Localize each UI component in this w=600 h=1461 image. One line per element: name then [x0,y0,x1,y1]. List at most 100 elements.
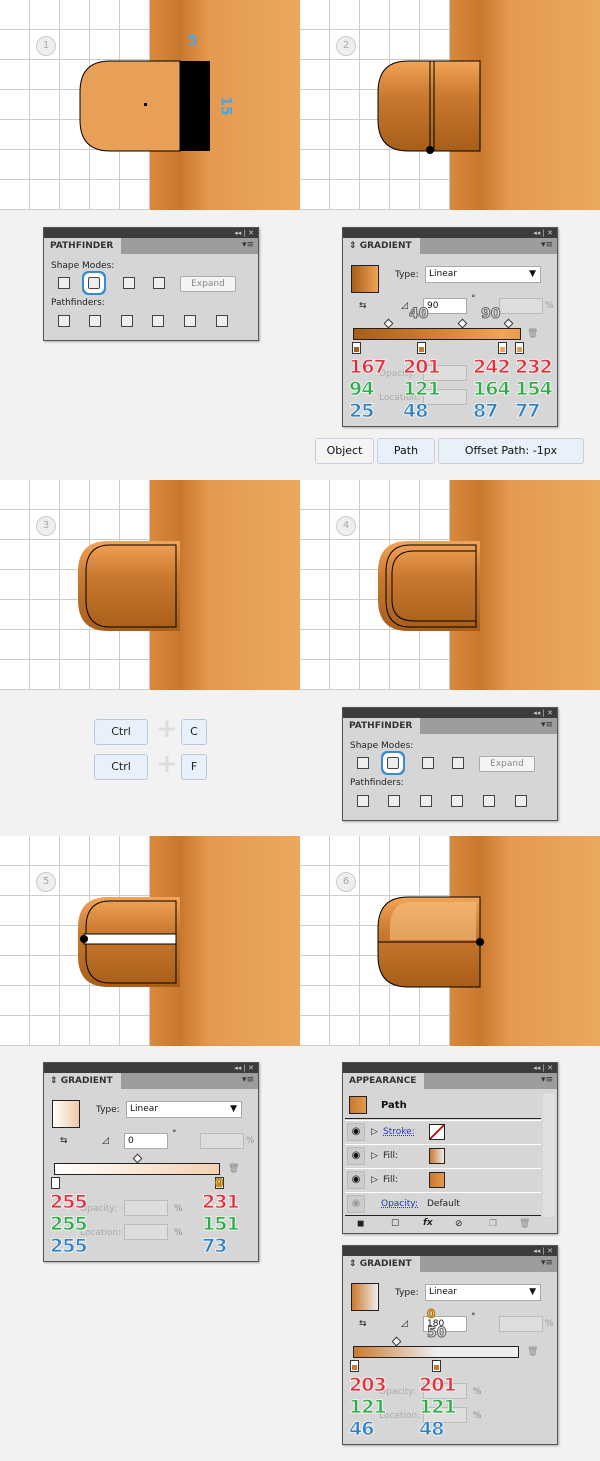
unite-icon[interactable] [58,277,70,289]
type-select[interactable]: Linear ▼ [126,1101,242,1118]
disclosure-triangle-icon[interactable]: ▷ [371,1151,378,1161]
disclosure-triangle-icon[interactable]: ▷ [371,1175,378,1185]
pathfinder-tab[interactable]: PATHFINDER [343,718,421,734]
appearance-fill-row[interactable]: ◉ ▷ Fill: [345,1168,541,1192]
add-stroke-icon[interactable]: ◼ [357,1219,364,1229]
exclude-icon[interactable] [153,277,165,289]
color-stop[interactable] [352,342,361,354]
appearance-fill-row[interactable]: ◉ ▷ Fill: [345,1144,541,1168]
panel-titlebar[interactable]: ◂◂ | ✕ [44,1063,258,1073]
intersect-icon[interactable] [123,277,135,289]
minus-front-icon[interactable] [88,277,100,289]
panel-titlebar[interactable]: ◂◂ | ✕ [44,228,258,238]
appearance-opacity-row[interactable]: ◉ Opacity: Default [345,1192,541,1216]
aspect-ratio-input[interactable] [200,1133,244,1149]
opacity-link[interactable]: Opacity: [381,1199,418,1209]
panel-titlebar[interactable]: ◂◂ | ✕ [343,1063,557,1073]
eye-icon[interactable]: ◉ [347,1123,365,1141]
merge-icon[interactable] [420,795,432,807]
trim-icon[interactable] [89,315,101,327]
add-fill-icon[interactable]: ☐ [391,1219,399,1229]
panel-menu-icon[interactable]: ▾≡ [242,240,254,250]
color-stop[interactable] [51,1177,60,1189]
fill-swatch[interactable] [429,1172,445,1188]
panel-menu-icon[interactable]: ▾≡ [242,1075,254,1085]
reverse-gradient-icon[interactable]: ⇆ [60,1136,68,1146]
appearance-object-row[interactable]: Path [345,1093,541,1119]
aspect-ratio-input[interactable] [499,298,543,314]
menu-offset-path[interactable]: Offset Path: -1px [438,438,584,464]
menu-path[interactable]: Path [377,438,435,464]
angle-input[interactable]: 0 [124,1133,168,1149]
angle-input[interactable]: 90 [423,298,467,314]
panel-titlebar[interactable]: ◂◂ | ✕ [343,228,557,238]
expand-button[interactable]: Expand [479,756,535,772]
midpoint-diamond[interactable] [457,318,468,329]
duplicate-icon[interactable]: ❐ [489,1219,497,1229]
trash-icon[interactable]: 🗑 [228,1164,239,1174]
gradient-slider[interactable] [54,1163,220,1175]
panel-menu-icon[interactable]: ▾≡ [541,240,553,250]
appearance-tab[interactable]: APPEARANCE [343,1073,425,1089]
outline-icon[interactable] [483,795,495,807]
expand-button[interactable]: Expand [180,276,236,292]
midpoint-diamond[interactable] [391,1336,402,1347]
minus-front-icon[interactable] [387,757,399,769]
gradient-tab[interactable]: ⇕ GRADIENT [44,1073,121,1089]
panel-titlebar[interactable]: ◂◂ | ✕ [343,708,557,718]
reverse-gradient-icon[interactable]: ⇆ [359,1319,367,1329]
color-stop[interactable] [417,342,426,354]
midpoint-diamond[interactable] [503,318,514,329]
gradient-tab[interactable]: ⇕ GRADIENT [343,1256,420,1272]
trash-icon[interactable]: 🗑 [519,1219,530,1229]
color-stop[interactable] [498,342,507,354]
eye-icon[interactable]: ◉ [347,1171,365,1189]
panel-menu-icon[interactable]: ▾≡ [541,1075,553,1085]
minus-back-icon[interactable] [515,795,527,807]
stroke-none-swatch[interactable] [429,1124,445,1140]
menu-object[interactable]: Object [315,438,374,464]
midpoint-diamond[interactable] [132,1153,143,1164]
type-select[interactable]: Linear ▼ [425,266,541,283]
eye-icon[interactable]: ◉ [347,1147,365,1165]
gradient-swatch[interactable] [351,265,379,293]
trash-icon[interactable]: 🗑 [527,1347,538,1357]
outline-icon[interactable] [184,315,196,327]
midpoint-diamond[interactable] [383,318,394,329]
divide-icon[interactable] [357,795,369,807]
pathfinder-tab[interactable]: PATHFINDER [44,238,122,254]
divide-icon[interactable] [58,315,70,327]
disclosure-triangle-icon[interactable]: ▷ [371,1127,378,1137]
fill-gradient-swatch[interactable] [429,1148,445,1164]
scrollbar[interactable] [543,1093,555,1217]
opacity-input[interactable] [124,1200,168,1216]
crop-icon[interactable] [451,795,463,807]
panel-titlebar[interactable]: ◂◂ | ✕ [343,1246,557,1256]
gradient-tab[interactable]: ⇕ GRADIENT [343,238,420,254]
fx-icon[interactable]: fx [423,1218,433,1228]
panel-menu-icon[interactable]: ▾≡ [541,720,553,730]
minus-back-icon[interactable] [216,315,228,327]
merge-icon[interactable] [121,315,133,327]
location-input[interactable] [124,1224,168,1240]
exclude-icon[interactable] [452,757,464,769]
trim-icon[interactable] [388,795,400,807]
color-stop[interactable] [350,1360,359,1372]
color-stop[interactable] [515,342,524,354]
gradient-swatch[interactable] [351,1283,379,1311]
intersect-icon[interactable] [422,757,434,769]
appearance-stroke-row[interactable]: ◉ ▷ Stroke: [345,1120,541,1144]
crop-icon[interactable] [152,315,164,327]
unite-icon[interactable] [357,757,369,769]
aspect-ratio-input[interactable] [499,1316,543,1332]
type-select[interactable]: Linear ▼ [425,1284,541,1301]
color-stop[interactable] [432,1360,441,1372]
gradient-slider[interactable] [353,328,521,340]
trash-icon[interactable]: 🗑 [527,329,538,339]
gradient-swatch[interactable] [52,1100,80,1128]
gradient-slider[interactable] [353,1346,519,1358]
reverse-gradient-icon[interactable]: ⇆ [359,301,367,311]
stroke-link[interactable]: Stroke: [383,1127,415,1137]
clear-icon[interactable]: ⊘ [455,1219,463,1229]
panel-menu-icon[interactable]: ▾≡ [541,1258,553,1268]
